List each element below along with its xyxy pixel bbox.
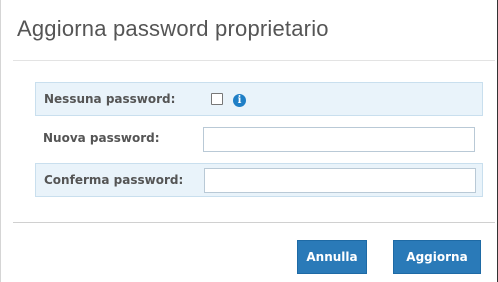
info-icon[interactable]: i — [233, 94, 246, 107]
cancel-button[interactable]: Annulla — [297, 240, 367, 274]
dialog-header: Aggiorna password proprietario — [1, 0, 497, 58]
confirm-password-label: Conferma password: — [44, 173, 184, 187]
confirm-password-input[interactable] — [204, 168, 476, 193]
no-password-row: Nessuna password: i — [35, 82, 483, 116]
dialog-title: Aggiorna password proprietario — [17, 16, 329, 41]
no-password-checkbox[interactable] — [211, 93, 223, 105]
new-password-row: Nuova password: — [35, 122, 483, 156]
no-password-label: Nessuna password: — [44, 92, 176, 106]
new-password-input[interactable] — [203, 127, 475, 152]
update-button[interactable]: Aggiorna — [393, 240, 481, 274]
confirm-password-row: Conferma password: — [35, 163, 483, 197]
new-password-label: Nuova password: — [43, 131, 160, 145]
title-divider — [13, 60, 495, 61]
update-owner-password-dialog: Aggiorna password proprietario Nessuna p… — [0, 0, 498, 282]
footer-divider — [13, 222, 495, 223]
